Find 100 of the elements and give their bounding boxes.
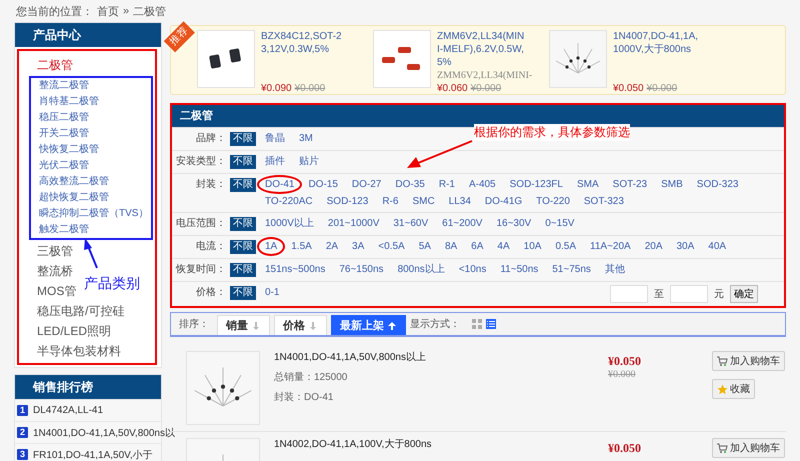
confirm-button[interactable]: 确定 [730,285,758,303]
filter-option[interactable]: 插件 [264,154,286,169]
filter-option[interactable]: <0.5A [377,239,406,254]
filter-option[interactable]: 800ns以上 [396,262,446,277]
grid-view-icon[interactable] [472,319,482,329]
all-option[interactable]: 不限 [230,217,256,231]
favorite-button[interactable]: 收藏 [712,379,755,399]
all-option[interactable]: 不限 [230,240,256,254]
filter-option[interactable]: 61~200V [441,216,484,231]
ranking-link[interactable]: FR101,DO-41,1A,50V,小于 [33,448,153,461]
filter-option[interactable]: 6A [470,239,484,254]
subcategory-link[interactable]: 快恢复二极管 [39,142,148,158]
filter-option[interactable]: 其他 [604,262,626,277]
category-link[interactable]: 半导体包装材料 [37,341,121,361]
filter-option[interactable]: SOD-123 [326,194,370,209]
category-link[interactable]: 二极管 [37,55,73,75]
filter-option[interactable]: DO-41G [484,194,524,209]
subcategory-link[interactable]: 肖特基二极管 [39,94,148,110]
filter-option[interactable]: 2A [324,239,340,254]
filter-option[interactable]: 1A [257,237,286,256]
filter-option[interactable]: 5A [418,239,432,254]
filter-option[interactable]: 40A [707,239,728,254]
list-view-icon[interactable] [486,319,496,329]
filter-option[interactable]: 201~1000V [326,216,380,231]
sort-tab[interactable]: 最新上架 [331,315,406,335]
filter-option[interactable]: DO-35 [394,177,426,192]
filter-option[interactable]: 1.5A [290,239,313,254]
filter-option[interactable]: SOD-123FL [508,177,564,192]
filter-option[interactable]: 16~30V [495,216,532,231]
filter-option[interactable]: 3A [351,239,366,254]
filter-option[interactable]: 11~50ns [499,262,540,277]
old-price: ¥0.000 [470,83,502,94]
subcategory-link[interactable]: 瞬态抑制二极管（TVS） [39,206,148,222]
all-option[interactable]: 不限 [230,178,256,192]
subcategory-link[interactable]: 稳压二极管 [39,110,148,126]
filter-option[interactable]: 10A [522,239,542,254]
max-price-field[interactable] [670,285,708,303]
subcategory-link[interactable]: 超快恢复二极管 [39,190,148,206]
filter-option[interactable]: 0-1 [264,285,280,300]
product-link[interactable]: 1N4007,DO-41,1A,1000V,大于800ns [613,30,699,56]
category-link[interactable]: 整流桥 [37,261,73,281]
filter-option[interactable]: TO-220AC [264,194,314,209]
product-subtitle: ZMM6V2,LL34(MINI- [437,69,532,82]
subcategory-link[interactable]: 高效整流二极管 [39,174,148,190]
add-to-cart-button[interactable]: 加入购物车 [712,438,785,458]
category-link[interactable]: LED/LED照明 [37,321,112,341]
filter-option[interactable]: 31~60V [392,216,430,231]
filter-option[interactable]: 1000V以上 [264,216,315,231]
filter-option[interactable]: DO-27 [350,177,382,192]
filter-option[interactable]: R-6 [381,194,400,209]
filter-option[interactable]: 鲁晶 [264,131,286,146]
filter-option[interactable]: 76~150ns [338,262,385,277]
product-link[interactable]: BZX84C12,SOT-23,12V,0.3W,5% [261,30,347,56]
subcategory-link[interactable]: 整流二极管 [39,78,148,94]
filter-option[interactable]: 20A [644,239,664,254]
filter-option[interactable]: DO-41 [257,175,302,194]
filter-option[interactable]: 151ns~500ns [264,262,326,277]
category-link[interactable]: 三极管 [37,241,73,261]
filter-option[interactable]: SMB [660,177,684,192]
filter-option[interactable]: 0.5A [554,239,578,254]
subcategory-link[interactable]: 光伏二极管 [39,158,148,174]
all-option[interactable]: 不限 [230,286,256,300]
filter-option[interactable]: <10ns [458,262,488,277]
filter-option[interactable]: 4A [496,239,511,254]
category-link[interactable]: MOS管 [37,281,76,301]
sort-tab[interactable]: 价格 [274,315,327,335]
ranking-link[interactable]: DL4742A,LL-41 [33,405,104,416]
product-title[interactable]: 1N4002,DO-41,1A,100V,大于800ns [274,438,554,452]
all-option[interactable]: 不限 [230,155,256,169]
filter-option[interactable]: 贴片 [298,154,320,169]
filter-option[interactable]: SOT-323 [582,194,625,209]
rank-badge: 3 [17,449,28,460]
filter-option[interactable]: DO-15 [307,177,339,192]
sort-tab[interactable]: 销量 [217,315,270,335]
filter-option[interactable]: 30A [676,239,696,254]
filter-option[interactable]: 8A [444,239,458,254]
filter-option[interactable]: SOD-323 [696,177,740,192]
filter-option[interactable]: SMA [576,177,600,192]
min-price-field[interactable] [610,285,648,303]
annotation-arrow [407,140,472,168]
filter-option[interactable]: R-1 [438,177,456,192]
category-link[interactable]: 稳压电路/可控硅 [37,301,124,321]
filter-option[interactable]: 0~15V [544,216,576,231]
filter-option[interactable]: LL34 [448,194,472,209]
filter-option[interactable]: SMC [411,194,436,209]
sot-package-drawing [197,30,255,88]
filter-option[interactable]: A-405 [468,177,497,192]
filter-option[interactable]: 51~75ns [551,262,592,277]
all-option[interactable]: 不限 [230,263,256,277]
filter-option[interactable]: 11A~20A [589,239,632,254]
subcategory-link[interactable]: 触发二极管 [39,222,148,238]
product-link[interactable]: ZMM6V2,LL34(MINI-MELF),6.2V,0.5W,5% [437,30,525,69]
product-title[interactable]: 1N4001,DO-41,1A,50V,800ns以上 [274,351,554,365]
filter-option[interactable]: 3M [298,131,314,146]
filter-option[interactable]: TO-220 [535,194,571,209]
all-option[interactable]: 不限 [230,132,256,146]
add-to-cart-button[interactable]: 加入购物车 [712,351,785,371]
subcategory-link[interactable]: 开关二极管 [39,126,148,142]
filter-option[interactable]: SOT-23 [612,177,648,192]
breadcrumb-link[interactable]: 首页 [97,4,119,18]
